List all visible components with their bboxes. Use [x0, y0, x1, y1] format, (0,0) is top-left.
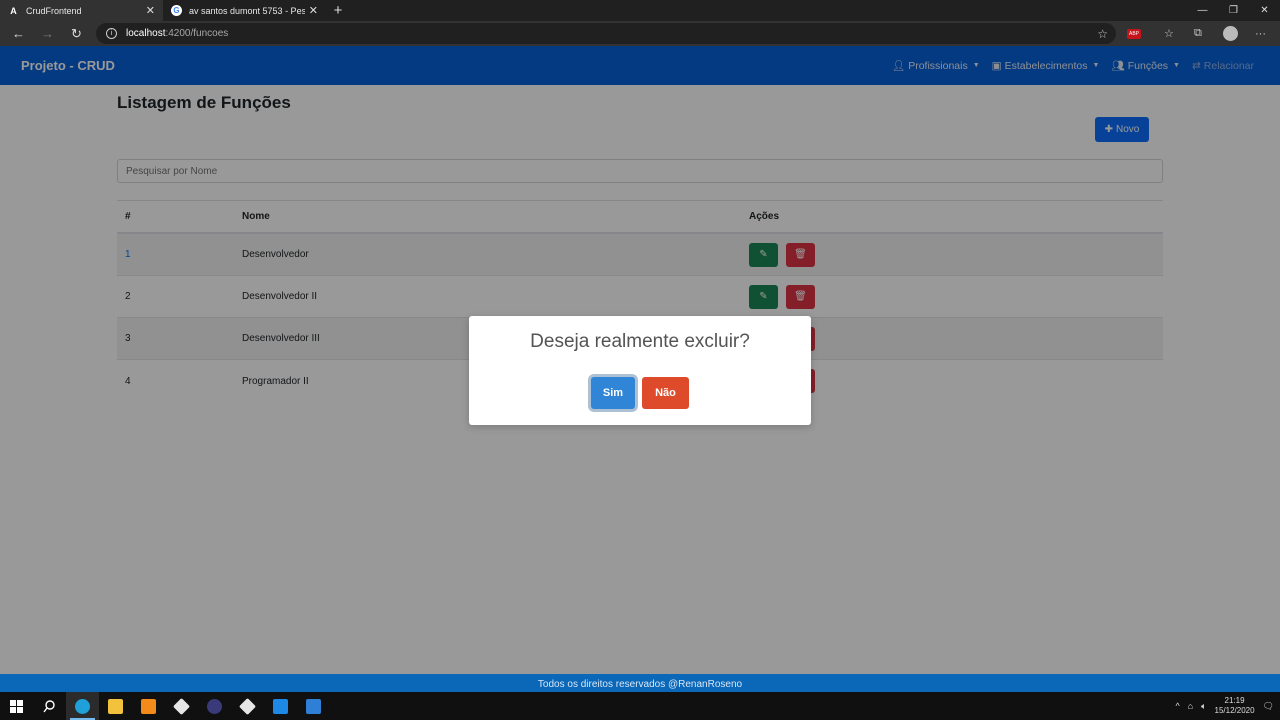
edge-icon[interactable]	[66, 692, 99, 720]
info-icon[interactable]: i	[106, 28, 117, 39]
close-tab-icon[interactable]: ✕	[309, 4, 318, 17]
tab-title: av santos dumont 5753 - Pesqu	[189, 5, 305, 16]
url-path: :4200/funcoes	[165, 28, 229, 39]
git-icon[interactable]	[165, 692, 198, 720]
favorite-star-icon[interactable]: ☆	[1097, 27, 1108, 41]
window-controls: — ❐ ✕	[1187, 0, 1280, 21]
browser-tab-google[interactable]: G av santos dumont 5753 - Pesqu ✕	[163, 0, 326, 21]
tab-title: CrudFrontend	[26, 5, 82, 16]
more-options-icon[interactable]: ···	[1255, 21, 1266, 46]
clock-date: 15/12/2020	[1214, 706, 1255, 715]
system-tray: ^ ⌂ 🔈︎ 21:19 15/12/2020 🗨︎	[1175, 692, 1280, 720]
minimize-icon[interactable]: —	[1187, 0, 1218, 21]
back-icon[interactable]: ←	[4, 26, 33, 41]
eclipse-icon[interactable]	[198, 692, 231, 720]
windows-icon[interactable]	[0, 692, 33, 720]
volume-icon[interactable]: 🔈︎	[1201, 701, 1206, 712]
clock-time: 21:19	[1224, 696, 1245, 705]
extension-icon[interactable]: ABP	[1127, 21, 1141, 46]
clock[interactable]: 21:19 15/12/2020	[1215, 696, 1255, 716]
forward-icon[interactable]: →	[33, 26, 62, 41]
url-host: localhost	[126, 28, 166, 39]
reload-icon[interactable]: ↻	[62, 26, 91, 42]
close-tab-icon[interactable]: ✕	[146, 4, 155, 17]
browser-tab-bar: A CrudFrontend ✕ G av santos dumont 5753…	[0, 0, 1280, 21]
explorer-icon[interactable]	[99, 692, 132, 720]
confirm-no-button[interactable]: Não	[642, 377, 689, 409]
chevron-up-icon[interactable]: ^	[1175, 701, 1179, 711]
footer-text: Todos os direitos reservados @RenanRosen…	[537, 678, 743, 690]
url-field[interactable]: i localhost:4200/funcoes ☆	[96, 23, 1116, 44]
notifications-icon[interactable]: 🗨︎	[1263, 701, 1274, 712]
browser-tab-crudfrontend[interactable]: A CrudFrontend ✕	[0, 0, 163, 21]
address-bar-row: ← → ↻ i localhost:4200/funcoes ☆ ABP ☆ ⧉…	[0, 21, 1280, 46]
collections-icon[interactable]: ⧉	[1194, 21, 1202, 46]
vscode-icon[interactable]	[264, 692, 297, 720]
confirm-dialog: Deseja realmente excluir? Sim Não	[469, 316, 811, 425]
search-icon[interactable]	[33, 692, 66, 720]
favorites-icon[interactable]: ☆	[1164, 21, 1174, 46]
new-tab-button[interactable]: +	[326, 0, 350, 21]
windows-taskbar: ^ ⌂ 🔈︎ 21:19 15/12/2020 🗨︎	[0, 692, 1280, 720]
dialog-title: Deseja realmente excluir?	[530, 331, 750, 352]
page-footer: Todos os direitos reservados @RenanRosen…	[0, 674, 1280, 694]
google-icon: G	[171, 5, 182, 16]
sublime-icon[interactable]	[132, 692, 165, 720]
photos-icon[interactable]	[297, 692, 330, 720]
git-icon[interactable]	[231, 692, 264, 720]
network-icon[interactable]: ⌂	[1188, 701, 1193, 711]
profile-avatar[interactable]	[1223, 21, 1238, 46]
confirm-yes-button[interactable]: Sim	[591, 377, 635, 409]
angular-icon: A	[10, 5, 17, 16]
restore-icon[interactable]: ❐	[1218, 0, 1249, 21]
close-window-icon[interactable]: ✕	[1249, 0, 1280, 21]
